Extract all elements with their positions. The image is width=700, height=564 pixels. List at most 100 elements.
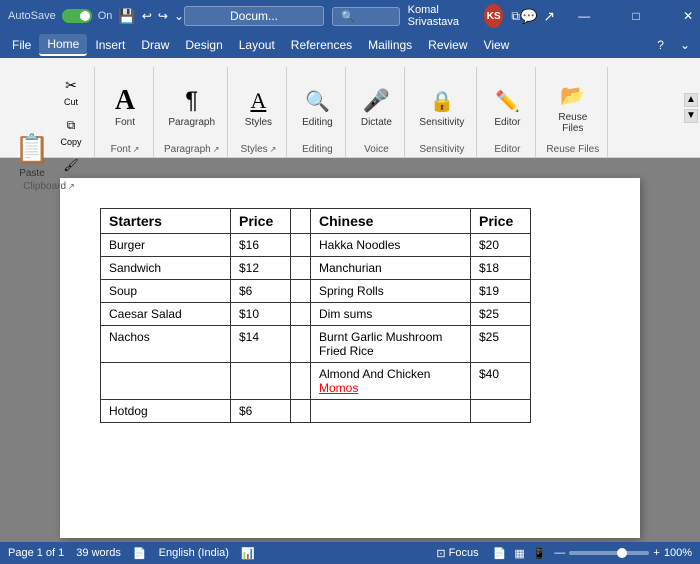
starters-header: Starters (101, 209, 231, 234)
autosave-toggle[interactable] (62, 9, 92, 23)
layout-view-icon[interactable]: 📄 (493, 547, 507, 560)
font-group-label: Font ↗ (111, 142, 140, 155)
starters-price-5: $14 (231, 326, 291, 363)
ribbon-group-paragraph: ¶ Paragraph Paragraph ↗ (156, 67, 228, 157)
zoom-thumb (617, 548, 627, 558)
table-row: Caesar Salad $10 Dim sums $25 (101, 303, 531, 326)
starters-price-2: $12 (231, 257, 291, 280)
ribbon: 📋 Paste ✂ Cut ⧉ Copy 🖌 Clipboard (0, 58, 700, 158)
track-changes-icon[interactable]: 📊 (241, 547, 255, 560)
editor-label: Editor (494, 117, 520, 128)
zoom-in-button[interactable]: + (653, 547, 659, 559)
autosave-dot (80, 11, 90, 21)
save-icon[interactable]: 💾 (118, 8, 135, 25)
proofread-icon[interactable]: 📄 (133, 547, 147, 560)
ribbon-collapse-icon[interactable]: ⌄ (674, 36, 696, 54)
sensitivity-group-label: Sensitivity (419, 142, 464, 155)
dictate-button[interactable]: 🎤 Dictate (356, 83, 396, 130)
comment-icon[interactable]: 💬 (520, 8, 537, 25)
menu-table: Starters Price Chinese Price Burger $16 … (100, 208, 531, 423)
focus-button[interactable]: ⊡ Focus (430, 546, 484, 561)
font-button[interactable]: A Font (105, 83, 145, 130)
chinese-price-5: $25 (471, 326, 531, 363)
chinese-item-6: Almond And ChickenMomos (311, 363, 471, 400)
paste-button[interactable]: 📋 (12, 128, 52, 168)
chinese-item-4: Dim sums (311, 303, 471, 326)
copy-button[interactable]: ⧉ Copy (56, 111, 86, 149)
paragraph-expand-icon[interactable]: ↗ (213, 145, 220, 154)
starters-item-1: Burger (101, 234, 231, 257)
ribbon-help-icon[interactable]: ? (651, 36, 670, 54)
titlebar-right: 💬 ↗ — □ ✕ (520, 0, 700, 32)
view-icon-2[interactable]: ▦ (514, 547, 524, 560)
voice-buttons: 🎤 Dictate (356, 67, 396, 142)
zoom-out-button[interactable]: — (554, 547, 565, 559)
close-button[interactable]: ✕ (665, 0, 700, 32)
font-label: Font (115, 117, 135, 128)
table-spacer (291, 303, 311, 326)
paragraph-group-label: Paragraph ↗ (164, 142, 219, 155)
font-expand-icon[interactable]: ↗ (133, 145, 140, 154)
starters-item-6 (101, 363, 231, 400)
sensitivity-button[interactable]: 🔒 Sensitivity (415, 83, 468, 130)
document-area: Starters Price Chinese Price Burger $16 … (0, 158, 700, 542)
ribbon-scroll-up[interactable]: ▲ (684, 93, 698, 107)
menu-references[interactable]: References (283, 35, 360, 55)
copy-label: Copy (60, 137, 81, 147)
editing-button[interactable]: 🔍 Editing (297, 83, 337, 130)
starters-item-4: Caesar Salad (101, 303, 231, 326)
menu-file[interactable]: File (4, 35, 39, 55)
paragraph-button[interactable]: ¶ Paragraph (164, 83, 219, 130)
customize-icon[interactable]: ⌄ (174, 9, 184, 23)
editor-group-label: Editor (494, 142, 520, 155)
editing-icon: 🔍 (301, 85, 333, 117)
maximize-button[interactable]: □ (613, 0, 659, 32)
window-icon[interactable]: ⧉ (511, 9, 520, 24)
menu-layout[interactable]: Layout (231, 35, 283, 55)
ribbon-group-clipboard: 📋 Paste ✂ Cut ⧉ Copy 🖌 Clipboard (4, 67, 95, 157)
user-name: Komal Srivastava (408, 4, 477, 28)
clipboard-buttons: 📋 Paste ✂ Cut ⧉ Copy 🖌 (12, 67, 86, 179)
statusbar: Page 1 of 1 39 words 📄 English (India) 📊… (0, 542, 700, 564)
zoom-slider[interactable] (569, 551, 649, 555)
document-page[interactable]: Starters Price Chinese Price Burger $16 … (60, 178, 640, 538)
cut-button[interactable]: ✂ Cut (56, 71, 86, 109)
format-painter-button[interactable]: 🖌 (56, 151, 86, 179)
undo-icon[interactable]: ↩ (142, 9, 152, 23)
chinese-price-7 (471, 400, 531, 423)
table-spacer (291, 363, 311, 400)
share-icon[interactable]: ↗ (543, 8, 555, 25)
ribbon-group-sensitivity: 🔒 Sensitivity Sensitivity (407, 67, 477, 157)
chinese-item-5: Burnt Garlic MushroomFried Rice (311, 326, 471, 363)
reuse-files-label: ReuseFiles (558, 112, 587, 134)
search-box[interactable]: 🔍 (332, 7, 400, 26)
menu-mailings[interactable]: Mailings (360, 35, 420, 55)
styles-button[interactable]: A Styles (238, 83, 278, 130)
styles-expand-icon[interactable]: ↗ (270, 145, 277, 154)
menu-design[interactable]: Design (177, 35, 230, 55)
redo-icon[interactable]: ↪ (158, 9, 168, 23)
menu-home[interactable]: Home (39, 34, 87, 56)
editing-label: Editing (302, 117, 333, 128)
document-title-input[interactable] (184, 6, 324, 26)
menu-review[interactable]: Review (420, 35, 475, 55)
titlebar-center: 🔍 Komal Srivastava KS ⧉ (184, 4, 520, 28)
ribbon-scroll-down[interactable]: ▼ (684, 109, 698, 123)
cut-label: Cut (64, 97, 78, 107)
ribbon-group-voice: 🎤 Dictate Voice (348, 67, 405, 157)
menu-draw[interactable]: Draw (133, 35, 177, 55)
language[interactable]: English (India) (159, 547, 229, 559)
view-icon-3[interactable]: 📱 (533, 547, 547, 560)
minimize-button[interactable]: — (561, 0, 607, 32)
clipboard-expand-icon[interactable]: ↗ (68, 182, 75, 191)
sensitivity-icon: 🔒 (426, 85, 458, 117)
reuse-files-button[interactable]: 📂 ReuseFiles (553, 78, 593, 136)
chinese-price-2: $18 (471, 257, 531, 280)
menu-insert[interactable]: Insert (87, 35, 133, 55)
table-spacer (291, 400, 311, 423)
zoom-percent[interactable]: 100% (664, 547, 692, 559)
menu-view[interactable]: View (476, 35, 518, 55)
user-avatar[interactable]: KS (484, 4, 503, 28)
chinese-price-6: $40 (471, 363, 531, 400)
editor-button[interactable]: ✏️ Editor (487, 83, 527, 130)
